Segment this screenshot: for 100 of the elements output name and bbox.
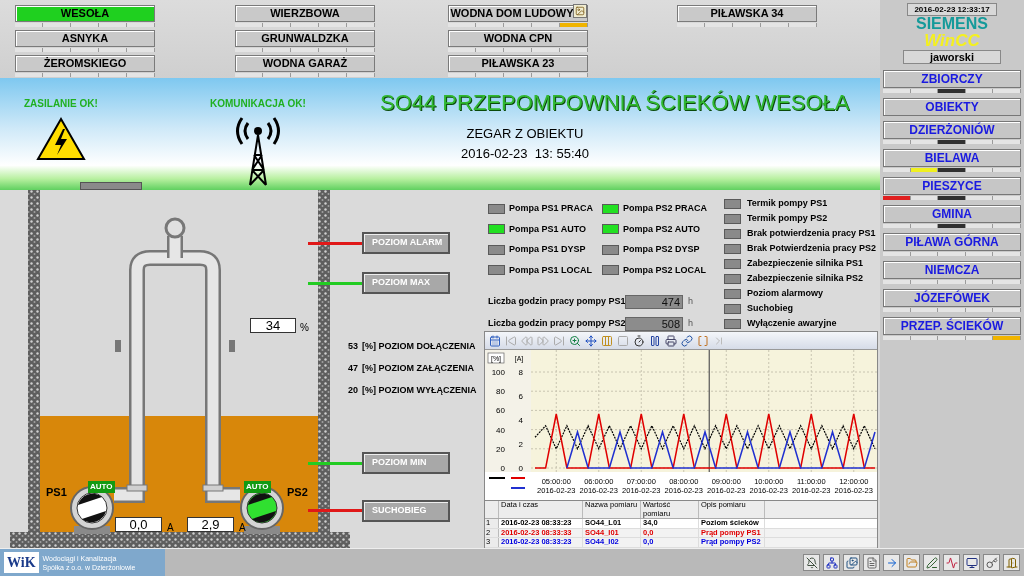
signal-label: Pompa PS2 AUTO bbox=[623, 222, 701, 236]
alarm-label: Wyłączenie awaryjne bbox=[747, 316, 837, 330]
level-reading: 34 bbox=[250, 318, 296, 333]
brand-logo: SIEMENS bbox=[916, 16, 988, 32]
y-tick-label: 2 bbox=[518, 440, 523, 449]
current-reading: 2,9 bbox=[187, 517, 234, 532]
station-button[interactable]: WODNA CPN bbox=[448, 30, 588, 47]
region-button[interactable]: BIELAWA bbox=[883, 149, 1021, 167]
alarm-label: Zabezpieczenie silnika PS1 bbox=[747, 256, 864, 270]
station-button[interactable]: WESOŁA bbox=[15, 5, 155, 22]
power-status: ZASILANIE OK! bbox=[24, 97, 98, 111]
printer-icon[interactable] bbox=[665, 334, 677, 347]
alarm-mute-icon[interactable] bbox=[803, 554, 820, 571]
region-button[interactable]: PRZEP. ŚCIEKÓW bbox=[883, 317, 1021, 335]
images-icon[interactable] bbox=[843, 554, 860, 571]
manhole-cover bbox=[80, 182, 142, 190]
station-button[interactable]: PIŁAWSKA 23 bbox=[448, 55, 588, 72]
mode-badge: AUTO bbox=[88, 481, 115, 493]
station-button[interactable]: ASNYKA bbox=[15, 30, 155, 47]
signal-label: Pompa PS2 PRACA bbox=[623, 202, 708, 215]
region-button[interactable]: NIEMCZA bbox=[883, 261, 1021, 279]
exit-icon[interactable] bbox=[1003, 554, 1020, 571]
y-tick-label: 80 bbox=[496, 387, 505, 397]
alarm-label: Poziom alarmowy bbox=[747, 286, 824, 300]
folder-icon[interactable] bbox=[903, 554, 920, 571]
station-title: SO44 PRZEPOMPOWNIA ŚCIEKÓW WESOŁA bbox=[380, 89, 850, 117]
alarm-label: Suchobieg bbox=[747, 301, 793, 315]
alarm-label: Termik pompy PS1 bbox=[747, 196, 828, 210]
user-name: jaworski bbox=[903, 50, 1001, 64]
timer-icon[interactable] bbox=[633, 334, 645, 347]
current-unit: A bbox=[167, 521, 174, 535]
setpoint-value: 20 bbox=[347, 384, 358, 397]
station-button[interactable]: WIERZBOWA bbox=[235, 5, 375, 22]
region-button[interactable]: GMINA bbox=[883, 205, 1021, 223]
y-tick-label: 6 bbox=[518, 392, 523, 401]
run-hours-label: Liczba godzin pracy pompy PS1 bbox=[488, 295, 625, 309]
level-switch-indicator: POZIOM MIN bbox=[362, 452, 450, 474]
alarm-label: Brak potwierdzenia pracy PS1 bbox=[747, 226, 876, 240]
station-button[interactable]: GRUNWALDZKA bbox=[235, 30, 375, 47]
current-unit: A bbox=[239, 521, 246, 535]
pump-label: PS2 bbox=[287, 485, 308, 500]
y-tick-label: 40 bbox=[496, 425, 505, 435]
level-switch-indicator: POZIOM ALARM bbox=[362, 232, 450, 254]
run-hours-label: Liczba godzin pracy pompy PS2 bbox=[488, 317, 625, 331]
y-tick-label: 0 bbox=[518, 464, 523, 473]
region-button[interactable]: DZIERŻONIÓW bbox=[883, 121, 1021, 139]
legend-line-icon bbox=[510, 487, 526, 489]
clock-label: ZEGAR Z OBIEKTU bbox=[466, 125, 584, 143]
zoom-in-icon[interactable] bbox=[569, 334, 581, 347]
move-icon[interactable] bbox=[585, 334, 597, 347]
setpoint-label: [%] POZIOM WYŁĄCZENIA bbox=[362, 384, 477, 397]
setpoint-label: [%] POZIOM DOŁĄCZENIA bbox=[362, 340, 476, 353]
run-hours-value: 474 bbox=[625, 295, 683, 309]
station-button[interactable]: ŻEROMSKIEGO bbox=[15, 55, 155, 72]
setpoint-value: 47 bbox=[347, 362, 358, 375]
link-icon[interactable] bbox=[681, 334, 693, 347]
document-icon[interactable] bbox=[863, 554, 880, 571]
pencil-icon[interactable] bbox=[923, 554, 940, 571]
alarm-label: Zabezpieczenie silnika PS2 bbox=[747, 271, 864, 285]
calendar-icon[interactable] bbox=[489, 334, 501, 347]
setpoint-value: 53 bbox=[347, 340, 358, 353]
product-logo: WinCC bbox=[924, 32, 980, 49]
brackets-icon[interactable] bbox=[697, 334, 709, 347]
level-unit: % bbox=[300, 321, 309, 335]
alarm-label: Brak Potwierdzenia pracy PS2 bbox=[747, 241, 877, 255]
station-button[interactable]: PIŁAWSKA 34 bbox=[677, 5, 817, 22]
station-clock: 2016-02-23 13: 55:40 bbox=[461, 144, 589, 163]
network-icon[interactable] bbox=[823, 554, 840, 571]
level-switch-indicator: SUCHOBIEG bbox=[362, 500, 450, 522]
run-hours-unit: h bbox=[688, 317, 693, 331]
key-icon[interactable] bbox=[983, 554, 1000, 571]
setpoint-label: [%] POZIOM ZAŁĄCZENIA bbox=[362, 362, 474, 375]
station-button[interactable]: WODNA DOM LUDOWY bbox=[448, 5, 588, 22]
alarm-label: Termik pompy PS2 bbox=[747, 211, 828, 225]
logo-mark: WiK bbox=[4, 552, 39, 573]
chart-icon[interactable] bbox=[943, 554, 960, 571]
level-switch-indicator: POZIOM MAX bbox=[362, 272, 450, 294]
y-tick-label: 0 bbox=[500, 464, 505, 473]
system-datetime: 2016-02-23 12:33:17 bbox=[907, 3, 997, 16]
region-button[interactable]: PIŁAWA GÓRNA bbox=[883, 233, 1021, 251]
run-hours-value: 508 bbox=[625, 317, 683, 331]
station-button[interactable]: WODNA GARAŻ bbox=[235, 55, 375, 72]
run-hours-unit: h bbox=[688, 295, 693, 309]
signal-label: Pompa PS1 AUTO bbox=[509, 222, 587, 236]
signal-label: Pompa PS1 PRACA bbox=[509, 202, 594, 215]
signal-label: Pompa PS1 LOCAL bbox=[509, 263, 592, 277]
signal-label: Pompa PS2 LOCAL bbox=[623, 263, 706, 277]
region-button[interactable]: ZBIORCZY bbox=[883, 70, 1021, 88]
region-button[interactable]: OBIEKTY bbox=[883, 98, 1021, 116]
signal-label: Pompa PS1 DYSP bbox=[509, 243, 586, 256]
signal-label: Pompa PS2 DYSP bbox=[623, 243, 700, 256]
y-tick-label: 8 bbox=[518, 368, 523, 377]
region-button[interactable]: JÓZEFÓWEK bbox=[883, 289, 1021, 307]
pause-icon[interactable] bbox=[649, 334, 661, 347]
monitor-icon[interactable] bbox=[963, 554, 980, 571]
communication-status: KOMUNIKACJA OK! bbox=[210, 97, 306, 111]
region-button[interactable]: PIESZYCE bbox=[883, 177, 1021, 195]
y-tick-label: 100 bbox=[491, 368, 505, 377]
arrow-right-icon[interactable] bbox=[883, 554, 900, 571]
y-tick-label: 60 bbox=[496, 406, 505, 416]
